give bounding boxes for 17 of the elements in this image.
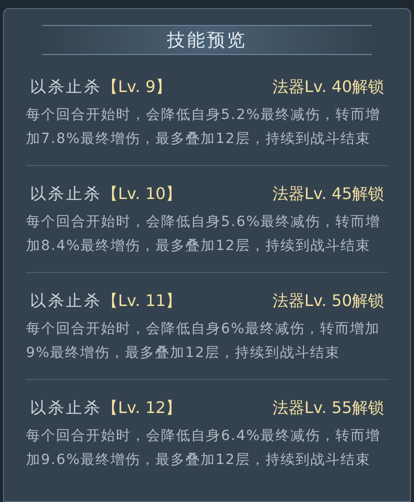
skill-level: 【Lv. 10】 xyxy=(102,183,182,205)
unlock-requirement: 法器Lv. 40解锁 xyxy=(272,76,384,98)
unlock-requirement: 法器Lv. 55解锁 xyxy=(272,397,384,419)
skill-description: 每个回合开始时，会降低自身5.6%最终减伤，转而增加8.4%最终增伤，最多叠加12层，持续到战斗结束 xyxy=(26,213,382,256)
skill-name: 以杀止杀 xyxy=(30,397,102,419)
skill-description: 每个回合开始时，会降低自身6%最终减伤，转而增加9%最终增伤，最多叠加12层，持续到战斗结束 xyxy=(26,320,382,363)
unlock-requirement: 法器Lv. 50解锁 xyxy=(272,290,384,312)
skill-description: 每个回合开始时，会降低自身5.2%最终减伤，转而增加7.8%最终增伤，最多叠加12层，持续到战斗结束 xyxy=(26,106,382,149)
unlock-requirement: 法器Lv. 45解锁 xyxy=(272,183,384,205)
skill-name: 以杀止杀 xyxy=(30,76,102,98)
skill-level: 【Lv. 11】 xyxy=(102,290,182,312)
skill-name: 以杀止杀 xyxy=(30,290,102,312)
panel-title: 技能预览 xyxy=(167,28,247,52)
skill-name: 以杀止杀 xyxy=(30,183,102,205)
skill-description: 每个回合开始时，会降低自身6.4%最终减伤，转而增加9.6%最终增伤，最多叠加12层，持续到战斗结束 xyxy=(26,427,382,470)
skill-level: 【Lv. 12】 xyxy=(102,397,182,419)
skill-level: 【Lv. 9】 xyxy=(102,76,172,98)
